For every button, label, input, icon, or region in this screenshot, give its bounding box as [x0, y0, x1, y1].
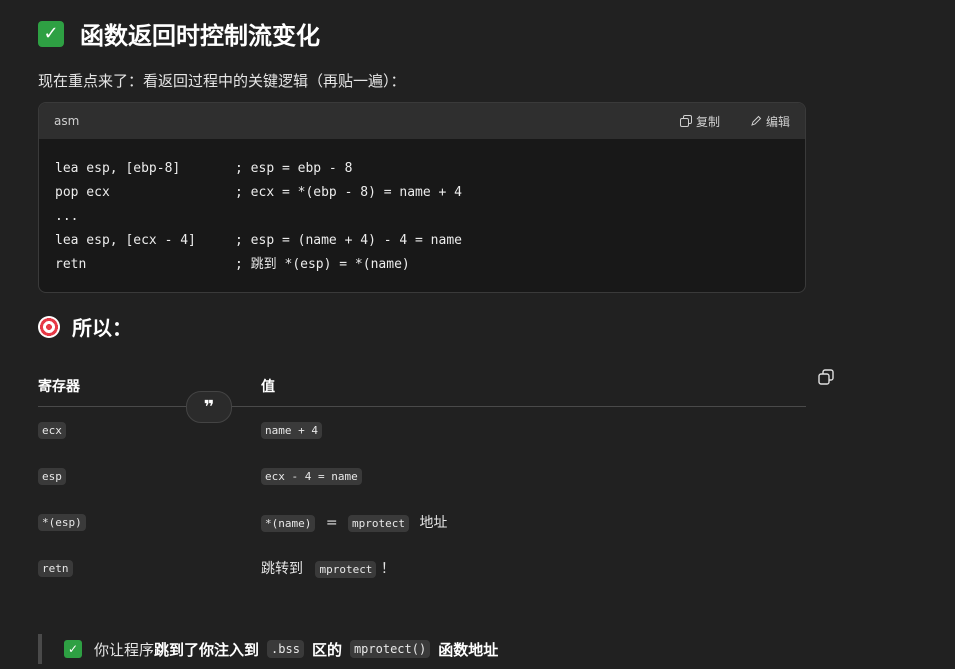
code-content: lea esp, [ebp-8] ; esp = ebp - 8 pop ecx … — [39, 139, 805, 292]
quote-text: 你让程序 — [94, 640, 155, 659]
section-title: 函数返回时控制流变化 — [80, 22, 320, 50]
intro-text: 现在重点来了：看返回过程中的关键逻辑（再贴一遍）： — [38, 72, 406, 90]
edit-label: 编辑 — [765, 114, 790, 129]
subheading: 所以： — [38, 312, 132, 341]
value-code: ecx - 4 = name — [261, 468, 362, 485]
table-row: esp ecx - 4 = name — [38, 453, 806, 499]
check-mark-icon: ✓ — [64, 640, 82, 658]
table-row: retn 跳转到 mprotect ！ — [38, 545, 806, 591]
code-line: pop ecx ; ecx = *(ebp - 8) = name + 4 — [55, 185, 462, 200]
quote-bold: 跳到了你注入到 — [154, 640, 260, 659]
quote-code: mprotect() — [349, 640, 431, 658]
quote-bold: 区的 — [311, 640, 342, 659]
value-suffix: ！ — [380, 561, 395, 577]
code-line: ... — [55, 209, 79, 224]
register-code: ecx — [38, 422, 66, 439]
target-icon — [38, 315, 60, 338]
copy-icon — [679, 115, 692, 127]
value-prefix: 跳转到 — [261, 561, 303, 577]
quote-button[interactable]: ❞ — [186, 391, 232, 423]
value-code: *(name) — [261, 515, 316, 532]
register-table: 寄存器 值 ecx name + 4 esp ecx - 4 = name *(… — [38, 366, 806, 591]
register-code: esp — [38, 468, 66, 485]
register-code: *(esp) — [38, 514, 86, 531]
table-header: 寄存器 值 — [38, 366, 806, 407]
table-row: ecx name + 4 — [38, 407, 806, 453]
blockquote: ✓ 你让程序 跳到了你注入到 .bss 区的 mprotect() 函数地址 — [38, 634, 498, 664]
header-value: 值 — [261, 379, 275, 395]
section-heading: ✓ 函数返回时控制流变化 — [38, 16, 320, 51]
quote-bold: 函数地址 — [438, 640, 499, 659]
quote-code: .bss — [267, 640, 304, 658]
pencil-icon — [751, 115, 762, 126]
value-code: mprotect — [348, 515, 409, 532]
check-mark-icon: ✓ — [38, 20, 64, 47]
header-register: 寄存器 — [38, 379, 80, 395]
code-language: asm — [54, 114, 80, 128]
value-code: name + 4 — [261, 422, 322, 439]
equals-text: = — [325, 515, 338, 531]
code-line: lea esp, [ebp-8] ; esp = ebp - 8 — [55, 161, 353, 176]
value-code: mprotect — [315, 561, 377, 578]
value-suffix: 地址 — [419, 515, 448, 531]
copy-code-button[interactable]: 复制 — [679, 113, 720, 130]
code-header: asm 复制 编辑 — [39, 103, 805, 139]
code-block: asm 复制 编辑 lea esp, [ebp-8] ; esp = ebp -… — [38, 102, 806, 293]
code-line: lea esp, [ecx - 4] ; esp = (name + 4) - … — [55, 233, 462, 248]
subheading-title: 所以： — [72, 316, 132, 340]
code-line: retn ; 跳到 *(esp) = *(name) — [55, 257, 410, 272]
copy-label: 复制 — [695, 114, 720, 129]
edit-code-button[interactable]: 编辑 — [750, 113, 790, 130]
copy-table-icon[interactable] — [818, 369, 834, 385]
table-row: *(esp) *(name) = mprotect 地址 — [38, 499, 806, 545]
register-code: retn — [38, 560, 73, 577]
